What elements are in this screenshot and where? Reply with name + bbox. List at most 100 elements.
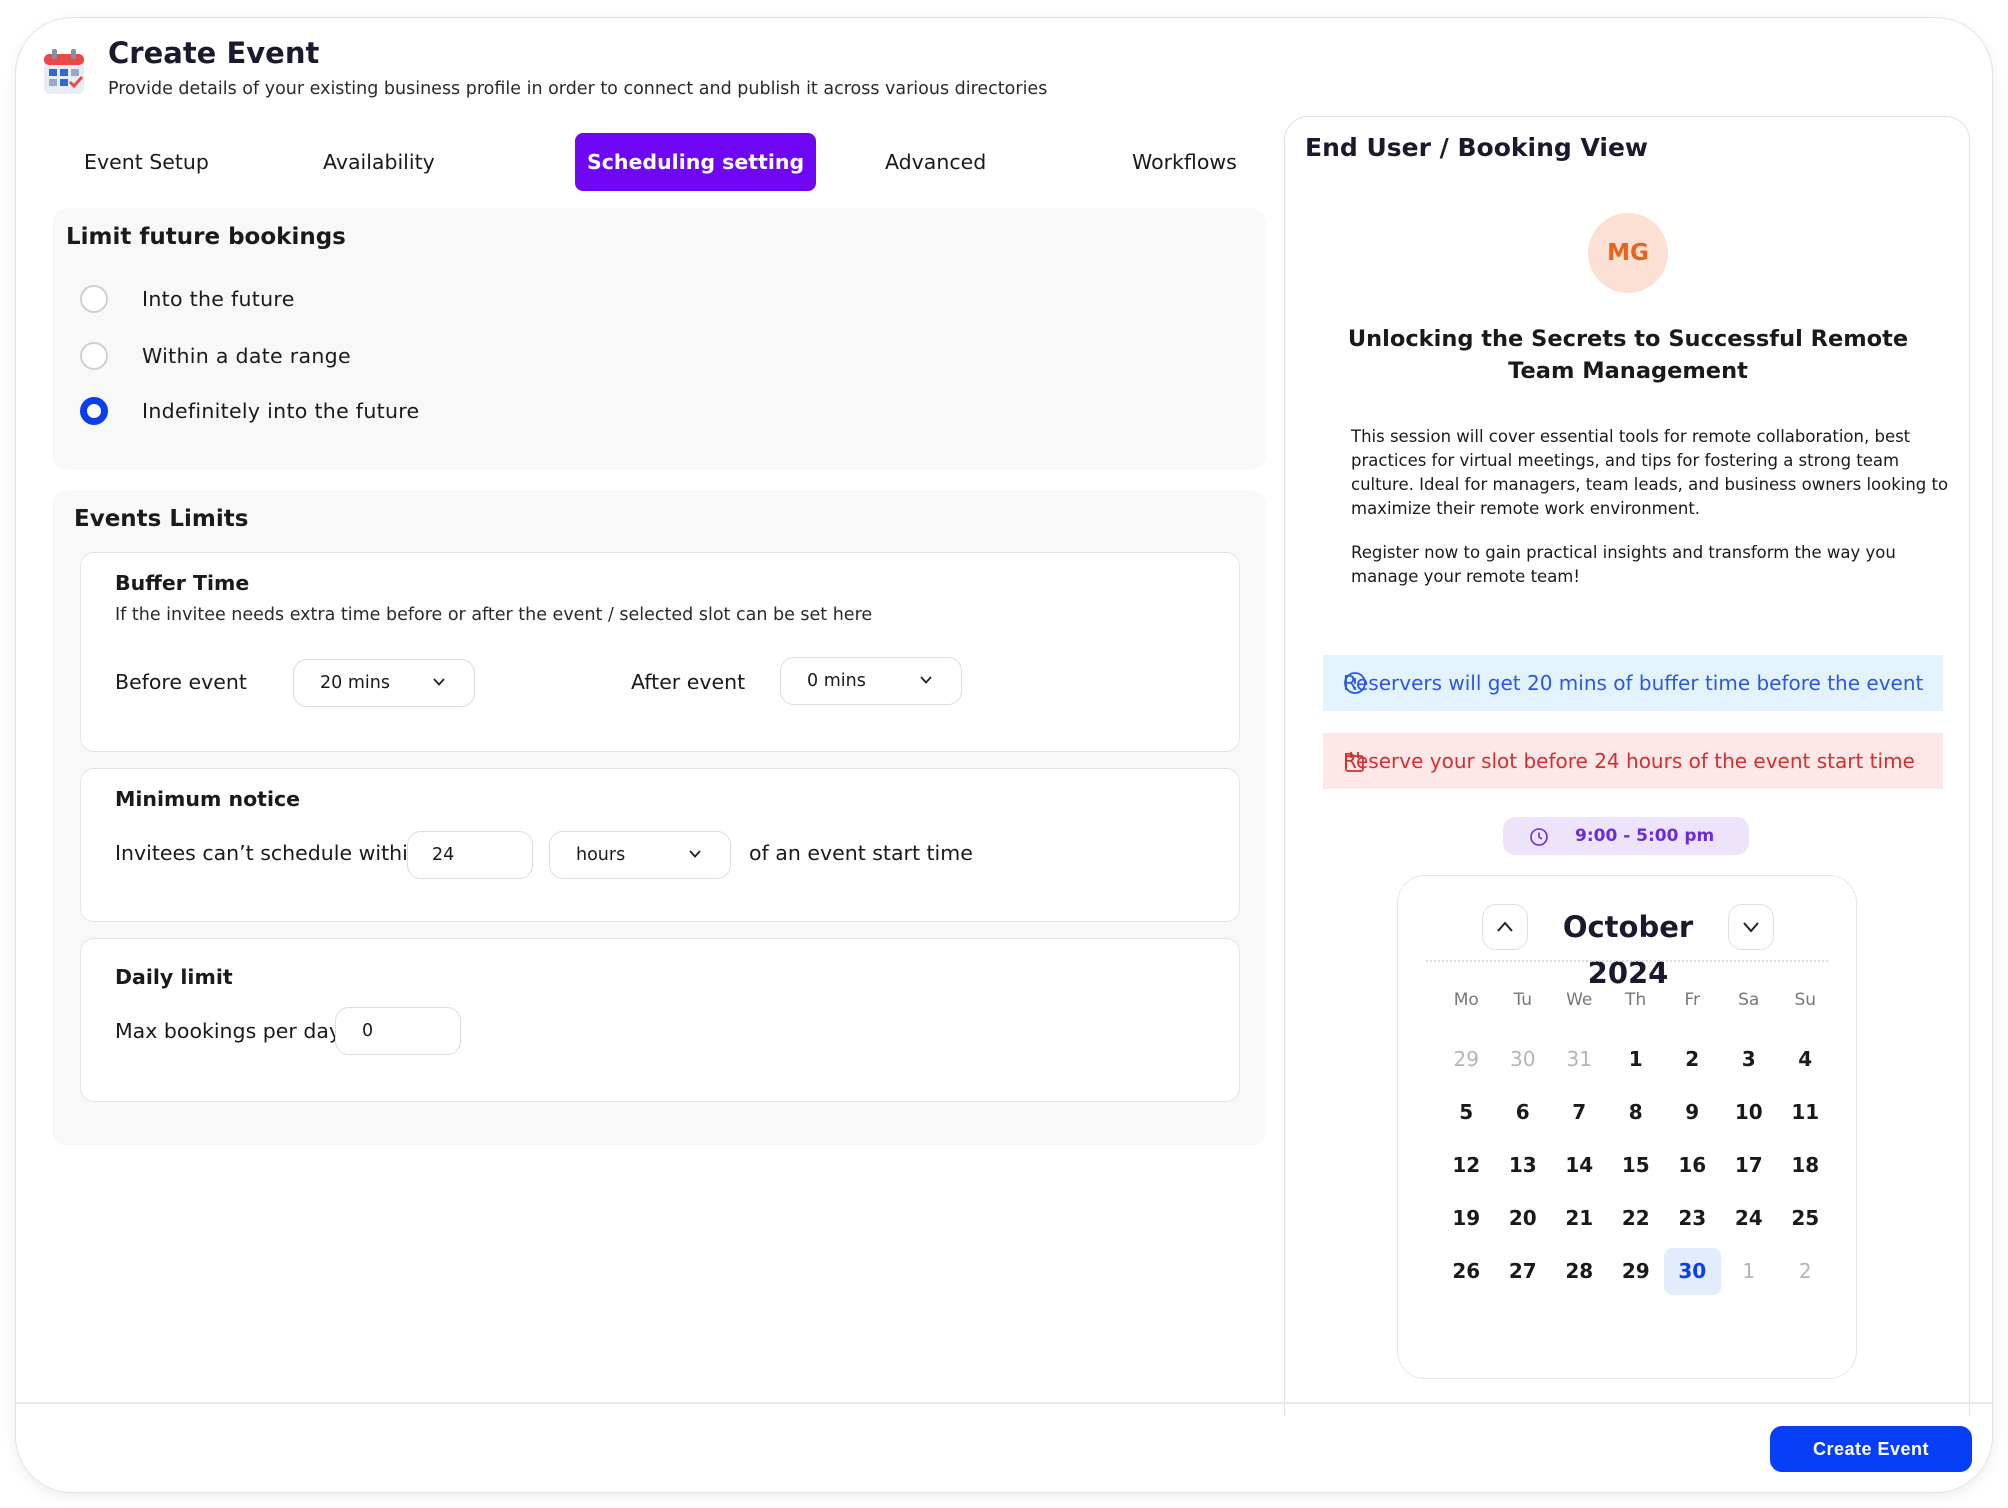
buffer-time-section: Buffer Time If the invitee needs extra t… bbox=[80, 552, 1240, 752]
limit-future-bookings-title: Limit future bookings bbox=[66, 224, 346, 250]
calendar-prev-button[interactable] bbox=[1482, 904, 1528, 950]
radio-within-date-range[interactable]: Within a date range bbox=[80, 339, 351, 373]
avatar: MG bbox=[1588, 213, 1668, 293]
calendar-day[interactable]: 27 bbox=[1495, 1248, 1552, 1295]
page-title: Create Event bbox=[108, 36, 320, 70]
radio-circle[interactable] bbox=[80, 342, 108, 370]
max-bookings-label: Max bookings per day bbox=[115, 1019, 342, 1043]
calendar-day[interactable]: 2 bbox=[1777, 1248, 1834, 1295]
events-limits-title: Events Limits bbox=[74, 506, 249, 532]
calendar-day[interactable]: 17 bbox=[1721, 1142, 1778, 1189]
calendar-day[interactable]: 6 bbox=[1495, 1089, 1552, 1136]
calendar-day[interactable]: 3 bbox=[1721, 1036, 1778, 1083]
calendar-day[interactable]: 9 bbox=[1664, 1089, 1721, 1136]
minimum-notice-unit-value: hours bbox=[576, 845, 626, 865]
event-description: This session will cover essential tools … bbox=[1351, 425, 1951, 589]
calendar-day[interactable]: 28 bbox=[1551, 1248, 1608, 1295]
chevron-up-icon bbox=[1497, 921, 1513, 932]
booking-preview-panel: End User / Booking View MG Unlocking the… bbox=[1284, 116, 1970, 1416]
radio-label: Indefinitely into the future bbox=[142, 399, 420, 423]
tab-event-setup[interactable]: Event Setup bbox=[84, 133, 209, 191]
calendar-day[interactable]: 1 bbox=[1721, 1248, 1778, 1295]
calendar-grid: Mo Tu We Th Fr Sa Su 29 30 31 1 2 3 4 5 6 7 8 9 10 11 12 13 14 1… bbox=[1438, 980, 1834, 1298]
tab-workflows[interactable]: Workflows bbox=[1132, 133, 1237, 191]
calendar-day[interactable]: 25 bbox=[1777, 1195, 1834, 1242]
radio-label: Into the future bbox=[142, 287, 295, 311]
radio-label: Within a date range bbox=[142, 344, 351, 368]
calendar-day[interactable]: 21 bbox=[1551, 1195, 1608, 1242]
radio-circle-checked[interactable] bbox=[80, 397, 108, 425]
calendar-day[interactable]: 30 bbox=[1495, 1036, 1552, 1083]
calendar-day[interactable]: 11 bbox=[1777, 1089, 1834, 1136]
max-bookings-input[interactable] bbox=[335, 1007, 461, 1055]
calendar-day[interactable]: 23 bbox=[1664, 1195, 1721, 1242]
calendar-weekday: Mo bbox=[1453, 990, 1479, 1010]
calendar-day[interactable]: 14 bbox=[1551, 1142, 1608, 1189]
minimum-notice-section: Minimum notice Invitees can’t schedule w… bbox=[80, 768, 1240, 922]
event-description-paragraph: Register now to gain practical insights … bbox=[1351, 543, 1896, 586]
footer-divider bbox=[16, 1402, 1992, 1404]
limit-future-bookings-card: Limit future bookings Into the future Wi… bbox=[52, 208, 1266, 470]
calendar-day[interactable]: 10 bbox=[1721, 1089, 1778, 1136]
buffer-notice-text: Reservers will get 20 mins of buffer tim… bbox=[1343, 671, 1924, 695]
tab-availability[interactable]: Availability bbox=[323, 133, 435, 191]
clock-icon bbox=[1530, 828, 1548, 846]
calendar-day[interactable]: 4 bbox=[1777, 1036, 1834, 1083]
daily-limit-title: Daily limit bbox=[115, 965, 233, 989]
calendar-day[interactable]: 20 bbox=[1495, 1195, 1552, 1242]
before-event-value: 20 mins bbox=[320, 673, 390, 693]
page-subtitle: Provide details of your existing busines… bbox=[108, 79, 1048, 99]
calendar-day[interactable]: 16 bbox=[1664, 1142, 1721, 1189]
tab-scheduling-setting[interactable]: Scheduling setting bbox=[575, 133, 817, 191]
calendar-weekday: Su bbox=[1794, 990, 1817, 1010]
after-event-select[interactable]: 0 mins bbox=[780, 657, 962, 705]
minimum-notice-label: Invitees can’t schedule within bbox=[115, 841, 421, 865]
calendar-day[interactable]: 19 bbox=[1438, 1195, 1495, 1242]
calendar-day[interactable]: 22 bbox=[1608, 1195, 1665, 1242]
before-event-label: Before event bbox=[115, 670, 247, 694]
events-limits-card: Events Limits Buffer Time If the invitee… bbox=[52, 490, 1266, 1146]
buffer-notice: Reservers will get 20 mins of buffer tim… bbox=[1323, 655, 1943, 711]
tab-advanced[interactable]: Advanced bbox=[885, 133, 986, 191]
calendar-day[interactable]: 31 bbox=[1551, 1036, 1608, 1083]
calendar-day[interactable]: 2 bbox=[1664, 1036, 1721, 1083]
minimum-notice-suffix: of an event start time bbox=[749, 841, 973, 865]
calendar-next-button[interactable] bbox=[1728, 904, 1774, 950]
calendar-day[interactable]: 18 bbox=[1777, 1142, 1834, 1189]
chevron-down-icon bbox=[1743, 922, 1759, 933]
calendar-weekday: Tu bbox=[1513, 990, 1533, 1010]
after-event-value: 0 mins bbox=[807, 671, 866, 691]
radio-indefinitely[interactable]: Indefinitely into the future bbox=[80, 394, 419, 428]
minimum-notice-unit-select[interactable]: hours bbox=[549, 831, 731, 879]
buffer-time-desc: If the invitee needs extra time before o… bbox=[115, 605, 873, 625]
calendar-day[interactable]: 24 bbox=[1721, 1195, 1778, 1242]
radio-circle[interactable] bbox=[80, 285, 108, 313]
daily-limit-section: Daily limit Max bookings per day bbox=[80, 938, 1240, 1102]
calendar-day[interactable]: 12 bbox=[1438, 1142, 1495, 1189]
calendar-day[interactable]: 15 bbox=[1608, 1142, 1665, 1189]
calendar-day[interactable]: 8 bbox=[1608, 1089, 1665, 1136]
calendar-day[interactable]: 13 bbox=[1495, 1142, 1552, 1189]
before-event-select[interactable]: 20 mins bbox=[293, 659, 475, 707]
time-range-text: 9:00 - 5:00 pm bbox=[1575, 826, 1715, 846]
calendar-day-selected[interactable]: 30 bbox=[1664, 1248, 1721, 1295]
settings-tabs: Event Setup Availability Scheduling sett… bbox=[46, 133, 1266, 191]
calendar-day[interactable]: 26 bbox=[1438, 1248, 1495, 1295]
calendar-day[interactable]: 29 bbox=[1608, 1248, 1665, 1295]
radio-into-the-future[interactable]: Into the future bbox=[80, 282, 295, 316]
create-event-button[interactable]: Create Event bbox=[1770, 1426, 1972, 1472]
calendar-app-icon bbox=[44, 49, 84, 94]
after-event-label: After event bbox=[631, 670, 746, 694]
event-description-paragraph: This session will cover essential tools … bbox=[1351, 427, 1949, 518]
reserve-notice-text: Reserve your slot before 24 hours of the… bbox=[1343, 749, 1915, 773]
calendar-weekday: Th bbox=[1625, 990, 1647, 1010]
calendar-day[interactable]: 1 bbox=[1608, 1036, 1665, 1083]
chevron-down-icon bbox=[689, 850, 701, 858]
minimum-notice-input[interactable] bbox=[407, 831, 533, 879]
minimum-notice-title: Minimum notice bbox=[115, 787, 301, 811]
calendar-day[interactable]: 5 bbox=[1438, 1089, 1495, 1136]
calendar-weekday: We bbox=[1566, 990, 1593, 1010]
calendar-day[interactable]: 29 bbox=[1438, 1036, 1495, 1083]
calendar-day[interactable]: 7 bbox=[1551, 1089, 1608, 1136]
event-title: Unlocking the Secrets to Successful Remo… bbox=[1347, 326, 1909, 384]
